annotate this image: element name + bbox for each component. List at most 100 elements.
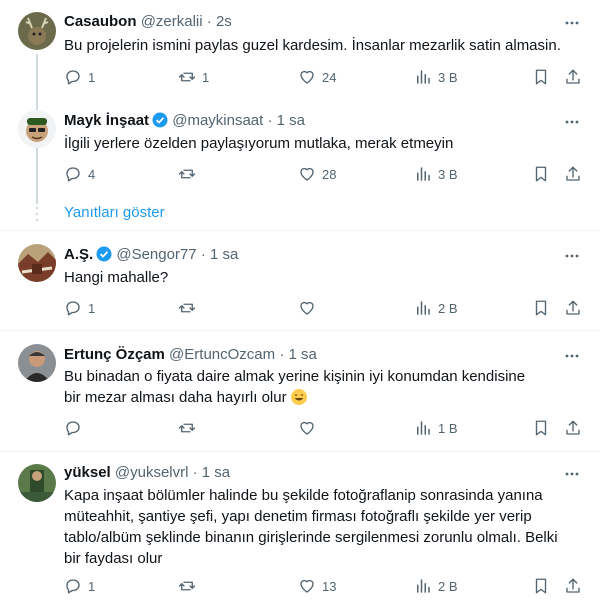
share-button[interactable] bbox=[564, 67, 582, 87]
bookmark-icon bbox=[532, 577, 550, 595]
bookmark-button[interactable] bbox=[532, 67, 550, 87]
tweet-header: Ertunç Özçam @ErtuncOzcam · 1 sa bbox=[64, 346, 317, 364]
share-icon bbox=[564, 68, 582, 86]
bookmark-button[interactable] bbox=[532, 164, 550, 184]
action-bar: 1 B bbox=[64, 418, 594, 438]
tweet-casaubon[interactable]: Casaubon @zerkalii · 2s Bu projelerin is… bbox=[0, 0, 600, 204]
retweet-button[interactable] bbox=[178, 164, 202, 184]
like-icon bbox=[298, 419, 316, 437]
like-button[interactable] bbox=[298, 418, 322, 438]
tweet-header: Casaubon @zerkalii · 2s bbox=[64, 13, 232, 31]
reply-button[interactable]: 4 bbox=[64, 164, 95, 184]
bookmark-icon bbox=[532, 165, 550, 183]
like-button[interactable]: 13 bbox=[298, 576, 336, 596]
display-name[interactable]: yüksel bbox=[64, 464, 111, 481]
more-options-icon[interactable] bbox=[565, 115, 579, 129]
tweet-text: Bu projelerin ismini paylas guzel kardes… bbox=[64, 37, 561, 54]
views-count: 2 B bbox=[438, 578, 458, 594]
views-count: 2 B bbox=[438, 300, 458, 316]
display-name[interactable]: Ertunç Özçam bbox=[64, 346, 165, 363]
timestamp[interactable]: 1 sa bbox=[277, 112, 305, 129]
replies-count: 1 bbox=[88, 578, 96, 594]
avatar[interactable] bbox=[18, 344, 56, 382]
user-handle[interactable]: @maykinsaat bbox=[172, 112, 263, 129]
replies-count: 4 bbox=[88, 166, 96, 182]
reply-icon bbox=[64, 577, 82, 595]
bookmark-button[interactable] bbox=[532, 418, 550, 438]
show-replies-link[interactable]: Yanıtları göster bbox=[64, 204, 165, 221]
share-button[interactable] bbox=[564, 576, 582, 596]
views-button[interactable]: 3 B bbox=[414, 67, 458, 87]
tweet-text: Bu binadan o fiyata daire almak yerine k… bbox=[64, 366, 534, 408]
more-options-icon[interactable] bbox=[565, 249, 579, 263]
tweet-text: Kapa inşaat bölümler halinde bu şekilde … bbox=[64, 487, 558, 567]
timestamp[interactable]: 1 sa bbox=[210, 246, 238, 263]
retweet-button[interactable] bbox=[178, 298, 202, 318]
share-button[interactable] bbox=[564, 164, 582, 184]
retweet-icon bbox=[178, 419, 196, 437]
views-button[interactable]: 3 B bbox=[414, 164, 458, 184]
retweet-icon bbox=[178, 165, 196, 183]
reply-icon bbox=[64, 419, 82, 437]
display-name[interactable]: A.Ş. bbox=[64, 246, 93, 263]
user-handle[interactable]: @yukselvrl bbox=[115, 464, 189, 481]
more-options-icon[interactable] bbox=[565, 349, 579, 363]
share-button[interactable] bbox=[564, 298, 582, 318]
verified-badge-icon bbox=[96, 246, 112, 262]
avatar[interactable] bbox=[18, 244, 56, 282]
tweet-yuksel[interactable]: yüksel @yukselvrl · 1 sa Kapa inşaat böl… bbox=[0, 452, 600, 608]
user-handle[interactable]: @zerkalii bbox=[141, 13, 203, 30]
reply-button[interactable] bbox=[64, 418, 88, 438]
reply-button[interactable]: 1 bbox=[64, 67, 95, 87]
user-handle[interactable]: @Sengor77 bbox=[116, 246, 196, 263]
more-options-icon[interactable] bbox=[565, 467, 579, 481]
replies-count: 1 bbox=[88, 300, 96, 316]
action-bar: 1 1 24 3 B bbox=[64, 67, 594, 87]
like-button[interactable]: 24 bbox=[298, 67, 336, 87]
like-button[interactable] bbox=[298, 298, 322, 318]
reply-button[interactable]: 1 bbox=[64, 298, 95, 318]
like-icon bbox=[298, 299, 316, 317]
tweet-ertunc[interactable]: Ertunç Özçam @ErtuncOzcam · 1 sa Bu bina… bbox=[0, 331, 600, 453]
views-button[interactable]: 1 B bbox=[414, 418, 458, 438]
reply-button[interactable]: 1 bbox=[64, 576, 95, 596]
display-name[interactable]: Mayk İnşaat bbox=[64, 112, 149, 129]
retweets-count: 1 bbox=[202, 69, 210, 85]
bookmark-button[interactable] bbox=[532, 298, 550, 318]
more-options-icon[interactable] bbox=[565, 16, 579, 30]
timestamp[interactable]: 1 sa bbox=[288, 346, 316, 363]
avatar[interactable] bbox=[18, 464, 56, 502]
avatar[interactable] bbox=[18, 110, 56, 148]
like-button[interactable]: 28 bbox=[298, 164, 336, 184]
bookmark-icon bbox=[532, 68, 550, 86]
tweet-mayk[interactable]: Mayk İnşaat @maykinsaat · 1 sa İlgili ye… bbox=[0, 100, 600, 200]
likes-count: 13 bbox=[322, 578, 337, 594]
retweet-button[interactable]: 1 bbox=[178, 67, 209, 87]
tweet-text: Hangi mahalle? bbox=[64, 269, 169, 286]
retweet-icon bbox=[178, 299, 196, 317]
avatar[interactable] bbox=[18, 12, 56, 50]
views-count: 3 B bbox=[438, 166, 458, 182]
thread-dots-icon bbox=[35, 206, 39, 222]
timestamp[interactable]: 1 sa bbox=[202, 464, 230, 481]
share-button[interactable] bbox=[564, 418, 582, 438]
retweet-button[interactable] bbox=[178, 418, 202, 438]
retweet-button[interactable] bbox=[178, 576, 202, 596]
views-count: 3 B bbox=[438, 69, 458, 85]
views-button[interactable]: 2 B bbox=[414, 576, 458, 596]
tweet-as[interactable]: A.Ş. @Sengor77 · 1 sa Hangi mahalle? 1 2 … bbox=[0, 231, 600, 330]
action-bar: 4 28 3 B bbox=[64, 164, 594, 184]
views-count: 1 B bbox=[438, 420, 458, 436]
timestamp[interactable]: 2s bbox=[216, 13, 232, 30]
user-handle[interactable]: @ErtuncOzcam bbox=[169, 346, 275, 363]
bookmark-icon bbox=[532, 419, 550, 437]
separator-dot: · bbox=[206, 13, 212, 30]
replies-count: 1 bbox=[88, 69, 96, 85]
views-icon bbox=[414, 299, 432, 317]
views-button[interactable]: 2 B bbox=[414, 298, 458, 318]
display-name[interactable]: Casaubon bbox=[64, 13, 137, 30]
bookmark-button[interactable] bbox=[532, 576, 550, 596]
retweet-icon bbox=[178, 68, 196, 86]
reply-icon bbox=[64, 165, 82, 183]
share-icon bbox=[564, 299, 582, 317]
